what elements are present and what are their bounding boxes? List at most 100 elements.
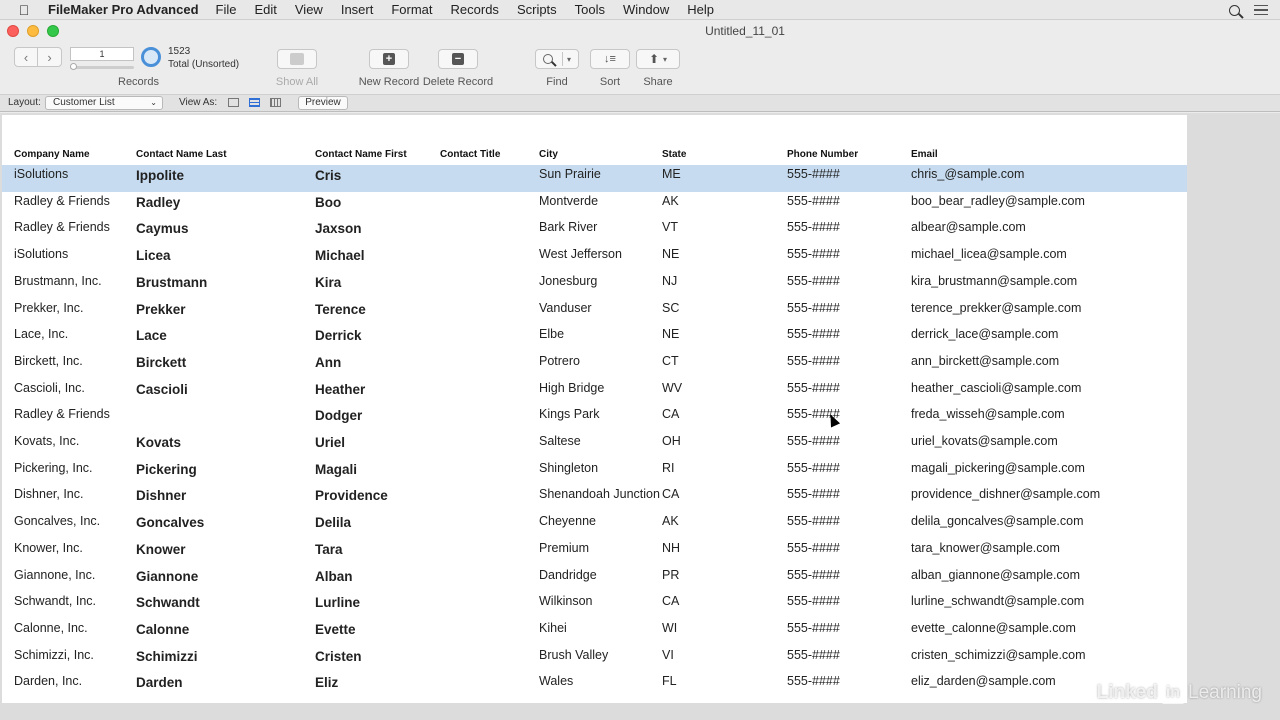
table-row[interactable]: Giannone, Inc. Giannone Alban Dandridge PR 55… [2, 566, 1187, 593]
cell-email[interactable]: uriel_kovats@sample.com [911, 434, 1058, 448]
cell-state[interactable]: CA [662, 594, 679, 608]
app-name-menu[interactable]: FileMaker Pro Advanced [48, 2, 199, 17]
preview-button[interactable]: Preview [298, 96, 348, 110]
cell-last[interactable]: Goncalves [136, 515, 204, 530]
cell-email[interactable]: providence_dishner@sample.com [911, 487, 1100, 501]
cell-state[interactable]: WV [662, 381, 682, 395]
cell-email[interactable]: freda_wisseh@sample.com [911, 407, 1065, 421]
table-row[interactable]: Schimizzi, Inc. Schimizzi Cristen Brush Val… [2, 646, 1187, 673]
table-row[interactable]: Birckett, Inc. Birckett Ann Potrero CT 555-##… [2, 352, 1187, 379]
cell-email[interactable]: evette_calonne@sample.com [911, 621, 1076, 635]
cell-company[interactable]: Schimizzi, Inc. [14, 648, 94, 662]
cell-last[interactable]: Brustmann [136, 275, 207, 290]
cell-last[interactable]: Radley [136, 195, 180, 210]
cell-city[interactable]: Brush Valley [539, 648, 608, 662]
menu-window[interactable]: Window [623, 2, 669, 17]
menu-help[interactable]: Help [687, 2, 714, 17]
cell-city[interactable]: Jonesburg [539, 274, 597, 288]
share-dropdown-icon[interactable]: ▾ [663, 55, 667, 64]
layout-select[interactable]: Customer List ⌄ [45, 96, 163, 110]
cell-phone[interactable]: 555-#### [787, 381, 840, 395]
table-row[interactable]: Pickering, Inc. Pickering Magali Shingleton… [2, 459, 1187, 486]
cell-state[interactable]: AK [662, 514, 679, 528]
cell-email[interactable]: derrick_lace@sample.com [911, 327, 1058, 341]
cell-company[interactable]: Lace, Inc. [14, 327, 68, 341]
cell-email[interactable]: delila_goncalves@sample.com [911, 514, 1084, 528]
cell-last[interactable]: Lace [136, 328, 167, 343]
show-all-button[interactable] [277, 49, 317, 69]
cell-first[interactable]: Terence [315, 302, 366, 317]
cell-state[interactable]: SC [662, 301, 679, 315]
cell-city[interactable]: Wilkinson [539, 594, 593, 608]
record-slider[interactable] [70, 63, 134, 70]
menu-view[interactable]: View [295, 2, 323, 17]
menu-records[interactable]: Records [451, 2, 499, 17]
cell-state[interactable]: PR [662, 568, 679, 582]
cell-city[interactable]: Premium [539, 541, 589, 555]
cell-state[interactable]: NE [662, 247, 679, 261]
cell-email[interactable]: boo_bear_radley@sample.com [911, 194, 1085, 208]
cell-last[interactable]: Knower [136, 542, 186, 557]
cell-company[interactable]: Giannone, Inc. [14, 568, 95, 582]
cell-phone[interactable]: 555-#### [787, 247, 840, 261]
cell-first[interactable]: Michael [315, 248, 365, 263]
cell-last[interactable]: Licea [136, 248, 171, 263]
cell-phone[interactable]: 555-#### [787, 354, 840, 368]
cell-email[interactable]: magali_pickering@sample.com [911, 461, 1085, 475]
cell-phone[interactable]: 555-#### [787, 434, 840, 448]
cell-first[interactable]: Heather [315, 382, 365, 397]
cell-email[interactable]: michael_licea@sample.com [911, 247, 1067, 261]
cell-first[interactable]: Evette [315, 622, 356, 637]
cell-first[interactable]: Delila [315, 515, 351, 530]
cell-city[interactable]: Cheyenne [539, 514, 596, 528]
cell-email[interactable]: terence_prekker@sample.com [911, 301, 1081, 315]
cell-first[interactable]: Boo [315, 195, 341, 210]
cell-company[interactable]: Prekker, Inc. [14, 301, 83, 315]
cell-phone[interactable]: 555-#### [787, 648, 840, 662]
menu-insert[interactable]: Insert [341, 2, 374, 17]
cell-first[interactable]: Eliz [315, 675, 338, 690]
table-row[interactable]: Calonne, Inc. Calonne Evette Kihei WI 555-###… [2, 619, 1187, 646]
cell-state[interactable]: AK [662, 194, 679, 208]
cell-last[interactable]: Ippolite [136, 168, 184, 183]
cell-state[interactable]: NE [662, 327, 679, 341]
cell-last[interactable]: Prekker [136, 302, 186, 317]
cell-city[interactable]: Vanduser [539, 301, 592, 315]
cell-first[interactable]: Magali [315, 462, 357, 477]
cell-first[interactable]: Lurline [315, 595, 360, 610]
table-row[interactable]: Darden, Inc. Darden Eliz Wales FL 555-#### eli… [2, 672, 1187, 699]
previous-record-button[interactable]: ‹ [15, 48, 39, 66]
view-as-form-icon[interactable] [228, 98, 239, 107]
table-row[interactable]: Knower, Inc. Knower Tara Premium NH 555-#### t… [2, 539, 1187, 566]
cell-company[interactable]: Brustmann, Inc. [14, 274, 102, 288]
view-as-list-icon[interactable] [249, 98, 260, 107]
table-row[interactable]: Schwandt, Inc. Schwandt Lurline Wilkinson CA… [2, 592, 1187, 619]
cell-company[interactable]: Kovats, Inc. [14, 434, 79, 448]
cell-first[interactable]: Derrick [315, 328, 362, 343]
cell-phone[interactable]: 555-#### [787, 194, 840, 208]
apple-icon[interactable]:  [14, 2, 34, 18]
cell-last[interactable]: Kovats [136, 435, 181, 450]
table-row[interactable]: Radley & Friends Caymus Jaxson Bark River VT… [2, 218, 1187, 245]
cell-city[interactable]: Kihei [539, 621, 567, 635]
cell-state[interactable]: VT [662, 220, 678, 234]
cell-last[interactable]: Caymus [136, 221, 189, 236]
cell-email[interactable]: tara_knower@sample.com [911, 541, 1060, 555]
cell-company[interactable]: Radley & Friends [14, 407, 110, 421]
cell-first[interactable]: Cristen [315, 649, 362, 664]
cell-state[interactable]: WI [662, 621, 677, 635]
cell-email[interactable]: cristen_schimizzi@sample.com [911, 648, 1086, 662]
cell-city[interactable]: Elbe [539, 327, 564, 341]
cell-first[interactable]: Ann [315, 355, 341, 370]
table-row[interactable]: iSolutions Licea Michael West Jefferson NE 55… [2, 245, 1187, 272]
cell-first[interactable]: Uriel [315, 435, 345, 450]
cell-email[interactable]: alban_giannone@sample.com [911, 568, 1080, 582]
current-record-input[interactable]: 1 [70, 47, 134, 61]
table-row[interactable]: Cascioli, Inc. Cascioli Heather High Bridge… [2, 379, 1187, 406]
view-as-table-icon[interactable] [270, 98, 281, 107]
cell-city[interactable]: West Jefferson [539, 247, 622, 261]
cell-city[interactable]: Saltese [539, 434, 581, 448]
cell-state[interactable]: RI [662, 461, 675, 475]
cell-email[interactable]: ann_birckett@sample.com [911, 354, 1059, 368]
cell-phone[interactable]: 555-#### [787, 220, 840, 234]
